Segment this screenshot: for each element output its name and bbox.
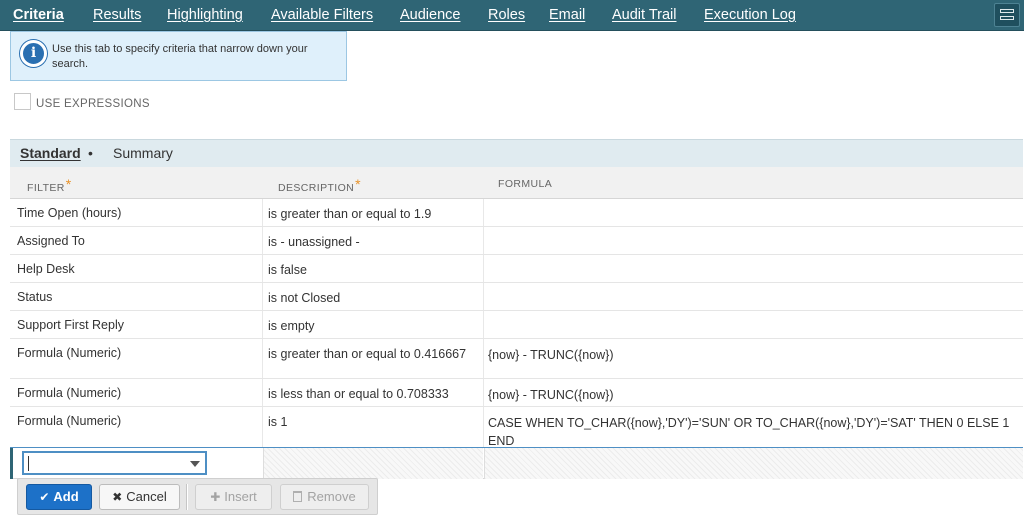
insert-button-label: Insert (224, 489, 257, 504)
header-filter-label: FILTER (27, 182, 65, 194)
active-row-marker (10, 448, 13, 479)
row-description: is less than or equal to 0.708333 (268, 387, 449, 401)
tab-execution-log[interactable]: Execution Log (704, 7, 796, 23)
required-mark: * (355, 176, 362, 192)
row-description: is false (268, 263, 307, 277)
subtab-standard[interactable]: Standard (20, 145, 81, 161)
row-formula: {now} - TRUNC({now}) (488, 348, 614, 362)
row-filter: Formula (Numeric) (17, 346, 122, 360)
row-description: is 1 (268, 415, 288, 429)
row-description: is not Closed (268, 291, 341, 305)
tab-roles[interactable]: Roles (488, 7, 525, 23)
header-description: DESCRIPTION* (278, 176, 362, 194)
use-expressions-label[interactable]: USE EXPRESSIONS (36, 98, 150, 110)
description-cell-disabled (263, 448, 483, 479)
text-cursor (28, 456, 29, 471)
table-row[interactable]: Formula (Numeric) is less than or equal … (10, 379, 1023, 407)
cancel-button-label: Cancel (126, 489, 167, 504)
info-icon: i (20, 40, 47, 67)
remove-button-label: Remove (307, 489, 356, 504)
tab-audit-trail[interactable]: Audit Trail (612, 7, 676, 23)
criteria-table: FILTER* DESCRIPTION* FORMULA Time Open (… (10, 167, 1023, 479)
row-description: is empty (268, 319, 315, 333)
header-description-label: DESCRIPTION (278, 182, 355, 194)
dropdown-arrow-icon[interactable] (190, 461, 200, 467)
row-action-bar: ✔ Add ✖ Cancel ✚ Insert Remove (17, 478, 378, 515)
tab-available-filters[interactable]: Available Filters (271, 7, 373, 23)
add-button-label: Add (53, 489, 79, 504)
row-description: is - unassigned - (268, 235, 360, 249)
tab-audience[interactable]: Audience (400, 7, 460, 23)
tab-results[interactable]: Results (93, 7, 141, 23)
formula-cell-disabled (484, 448, 1023, 479)
row-filter: Formula (Numeric) (17, 386, 122, 400)
table-row[interactable]: Support First Reply is empty (10, 311, 1023, 339)
criteria-subtabs: Standard • Summary (10, 139, 1023, 167)
row-description: is greater than or equal to 0.416667 (268, 347, 467, 361)
table-row[interactable]: Help Desk is false (10, 255, 1023, 283)
add-button[interactable]: ✔ Add (26, 484, 92, 510)
table-row[interactable]: Formula (Numeric) is greater than or equ… (10, 339, 1023, 379)
tab-criteria[interactable]: Criteria (13, 7, 64, 23)
table-row[interactable]: Formula (Numeric) is 1 CASE WHEN TO_CHAR… (10, 407, 1023, 448)
close-icon: ✖ (112, 490, 123, 504)
remove-button[interactable]: Remove (280, 484, 369, 510)
info-tooltip: i Use this tab to specify criteria that … (10, 31, 347, 81)
table-row[interactable]: Time Open (hours) is greater than or equ… (10, 199, 1023, 227)
filter-select[interactable] (22, 451, 207, 475)
row-filter: Status (17, 290, 53, 304)
subtab-standard-label: Standard (20, 145, 81, 161)
tab-email[interactable]: Email (549, 7, 585, 23)
required-mark: * (65, 176, 72, 192)
row-filter: Support First Reply (17, 318, 124, 332)
header-formula: FORMULA (498, 178, 553, 190)
new-filter-row (10, 447, 1023, 479)
info-text: Use this tab to specify criteria that na… (52, 43, 308, 70)
subtab-dot: • (88, 145, 93, 161)
row-filter: Help Desk (17, 262, 75, 276)
row-filter: Time Open (hours) (17, 206, 122, 220)
row-formula: CASE WHEN TO_CHAR({now},'DY')='SUN' OR T… (488, 416, 1010, 448)
row-formula: {now} - TRUNC({now}) (488, 388, 614, 402)
check-icon: ✔ (39, 490, 50, 504)
row-filter: Formula (Numeric) (17, 414, 122, 428)
table-row[interactable]: Assigned To is - unassigned - (10, 227, 1023, 255)
plus-icon: ✚ (210, 490, 221, 504)
table-row[interactable]: Status is not Closed (10, 283, 1023, 311)
button-divider (186, 484, 188, 510)
row-filter: Assigned To (17, 234, 85, 248)
trash-icon (293, 491, 303, 502)
record-tab-bar: Criteria Results Highlighting Available … (0, 0, 1024, 31)
subtab-summary[interactable]: Summary (113, 145, 173, 161)
row-description: is greater than or equal to 1.9 (268, 207, 432, 221)
use-expressions-checkbox[interactable] (14, 93, 31, 110)
header-filter: FILTER* (27, 176, 72, 194)
menu-icon[interactable] (994, 3, 1020, 27)
table-header: FILTER* DESCRIPTION* FORMULA (10, 167, 1023, 199)
cancel-button[interactable]: ✖ Cancel (99, 484, 180, 510)
tab-highlighting[interactable]: Highlighting (167, 7, 243, 23)
insert-button[interactable]: ✚ Insert (195, 484, 272, 510)
